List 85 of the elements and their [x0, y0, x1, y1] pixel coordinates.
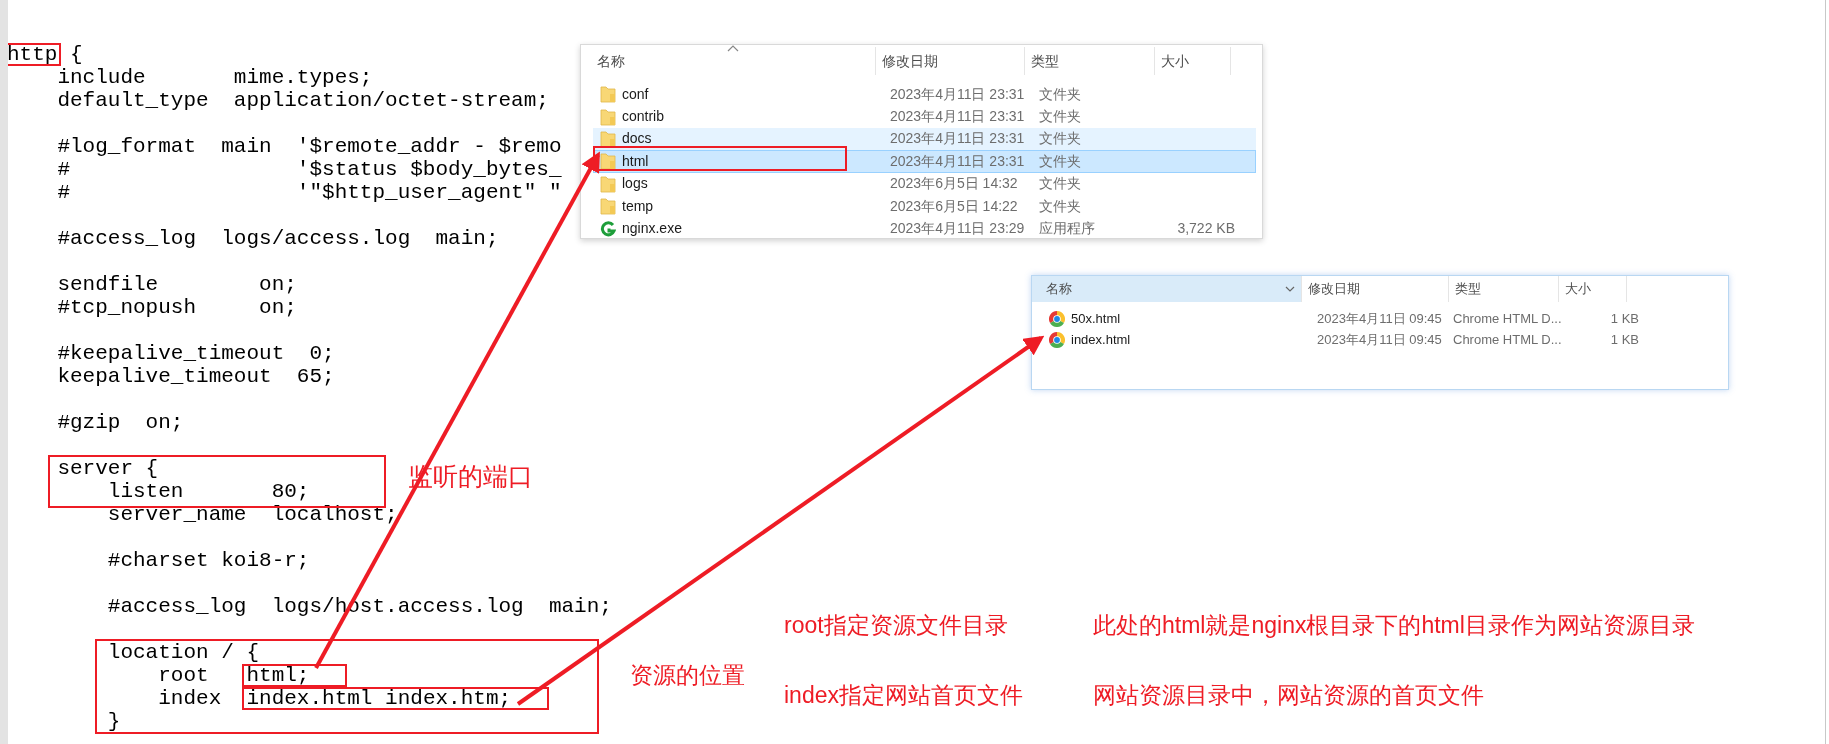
- modified-date: 2023年4月11日 09:45: [1317, 331, 1442, 347]
- modified-date: 2023年6月5日 14:32: [890, 175, 1018, 192]
- modified-date: 2023年4月11日 23:31: [890, 85, 1025, 102]
- column-header[interactable]: 名称: [597, 50, 625, 72]
- code-line: #tcp_nopush on;: [56, 296, 297, 319]
- file-size: 3,722 KB: [1177, 219, 1235, 239]
- modified-date: 2023年4月11日 23:31: [890, 152, 1025, 169]
- file-name: html: [622, 151, 649, 171]
- file-type: 文件夹: [1039, 130, 1081, 147]
- file-row[interactable]: conf 2023年4月11日 23:31 文件夹: [593, 83, 1256, 106]
- code-line: {: [69, 43, 83, 66]
- file-type: Chrome HTML D...: [1453, 310, 1562, 326]
- code-line: sendfile on;: [56, 273, 297, 296]
- file-row[interactable]: temp 2023年6月5日 14:22 文件夹: [593, 194, 1256, 218]
- highlighted-code: html;: [242, 664, 348, 687]
- code-line: #access_log logs/access.log main;: [56, 227, 499, 250]
- file-type: 文件夹: [1039, 108, 1081, 125]
- annotation-text: root指定资源文件目录: [784, 611, 1008, 639]
- file-row[interactable]: nginx.exe 2023年4月11日 23:29 应用程序 3,722 KB: [593, 217, 1256, 240]
- folder-icon: [600, 85, 616, 104]
- file-name: index.html: [1071, 330, 1131, 349]
- column-header[interactable]: 大小: [1161, 50, 1189, 72]
- file-size: 1 KB: [1610, 330, 1639, 349]
- file-name: temp: [622, 196, 654, 216]
- code-line: default_type application/octet-stream;: [56, 89, 549, 112]
- code-line: keepalive_timeout 65;: [56, 365, 335, 388]
- highlighted-code: index.html index.htm;: [242, 687, 550, 710]
- code-line: # '"$http_user_agent" ": [56, 181, 562, 204]
- code-line: server_name localhost;: [106, 503, 398, 526]
- code-line: #gzip on;: [56, 411, 184, 434]
- file-name: conf: [622, 84, 649, 104]
- modified-date: 2023年4月11日 23:31: [890, 108, 1025, 125]
- code-line: #charset koi8-r;: [106, 549, 310, 572]
- file-name: logs: [622, 174, 648, 194]
- file-type: 文件夹: [1039, 197, 1081, 214]
- folder-icon: [600, 174, 616, 193]
- code-line: location / {: [106, 641, 260, 664]
- chevron-down-icon[interactable]: [1285, 286, 1295, 292]
- column-header[interactable]: 类型: [1455, 279, 1481, 299]
- file-size: 1 KB: [1610, 309, 1639, 328]
- app-icon: [600, 219, 616, 238]
- file-type: 文件夹: [1039, 85, 1081, 102]
- sort-caret-icon: [727, 45, 739, 52]
- folder-icon: [600, 197, 616, 216]
- column-header[interactable]: 类型: [1031, 50, 1059, 72]
- code-line: }: [106, 710, 121, 733]
- file-row[interactable]: 50x.html 2023年4月11日 09:45 Chrome HTML D... 1 KB: [1042, 308, 1728, 329]
- modified-date: 2023年4月11日 23:31: [890, 130, 1025, 147]
- column-header[interactable]: 修改日期: [1308, 279, 1360, 299]
- code-line: listen 80;: [106, 480, 310, 503]
- file-row[interactable]: logs 2023年6月5日 14:32 文件夹: [593, 172, 1256, 195]
- code-line: server {: [56, 457, 159, 480]
- modified-date: 2023年4月11日 23:29: [890, 220, 1025, 237]
- column-header[interactable]: 名称: [1046, 279, 1072, 299]
- column-header[interactable]: 修改日期: [882, 50, 938, 72]
- annotation-text: 此处的html就是nginx根目录下的html目录作为网站资源目录: [1093, 611, 1695, 639]
- modified-date: 2023年6月5日 14:22: [890, 197, 1018, 214]
- folder-icon: [600, 152, 616, 171]
- folder-icon: [600, 107, 616, 126]
- code-line: index: [157, 687, 223, 710]
- code-line: root: [157, 664, 210, 687]
- column-header[interactable]: 大小: [1565, 279, 1591, 299]
- file-type: Chrome HTML D...: [1453, 331, 1562, 347]
- annotation-text: index指定网站首页文件: [784, 681, 1023, 709]
- folder-icon: [600, 130, 616, 148]
- file-name: 50x.html: [1071, 309, 1121, 328]
- code-line: # '$status $body_bytes_: [56, 158, 562, 181]
- code-line: #log_format main '$remote_addr - $remo: [56, 135, 562, 158]
- code-line: #keepalive_timeout 0;: [56, 342, 335, 365]
- file-row[interactable]: html 2023年4月11日 23:31 文件夹: [593, 150, 1256, 173]
- file-name: contrib: [622, 107, 665, 127]
- file-row[interactable]: docs 2023年4月11日 23:31 文件夹: [593, 127, 1256, 151]
- file-type: 文件夹: [1039, 152, 1081, 169]
- file-name: docs: [622, 129, 652, 149]
- browser-icon: [1049, 310, 1065, 327]
- file-type: 文件夹: [1039, 175, 1081, 192]
- code-line: include mime.types;: [56, 66, 373, 89]
- annotation-text: 网站资源目录中，网站资源的首页文件: [1093, 681, 1484, 709]
- browser-icon: [1049, 331, 1065, 348]
- file-type: 应用程序: [1039, 220, 1095, 237]
- file-row[interactable]: contrib 2023年4月11日 23:31 文件夹: [593, 105, 1256, 128]
- modified-date: 2023年4月11日 09:45: [1317, 310, 1442, 326]
- annotation-text: 资源的位置: [630, 661, 745, 689]
- file-name: nginx.exe: [622, 219, 682, 239]
- file-row[interactable]: index.html 2023年4月11日 09:45 Chrome HTML D... 1 KB: [1042, 329, 1728, 350]
